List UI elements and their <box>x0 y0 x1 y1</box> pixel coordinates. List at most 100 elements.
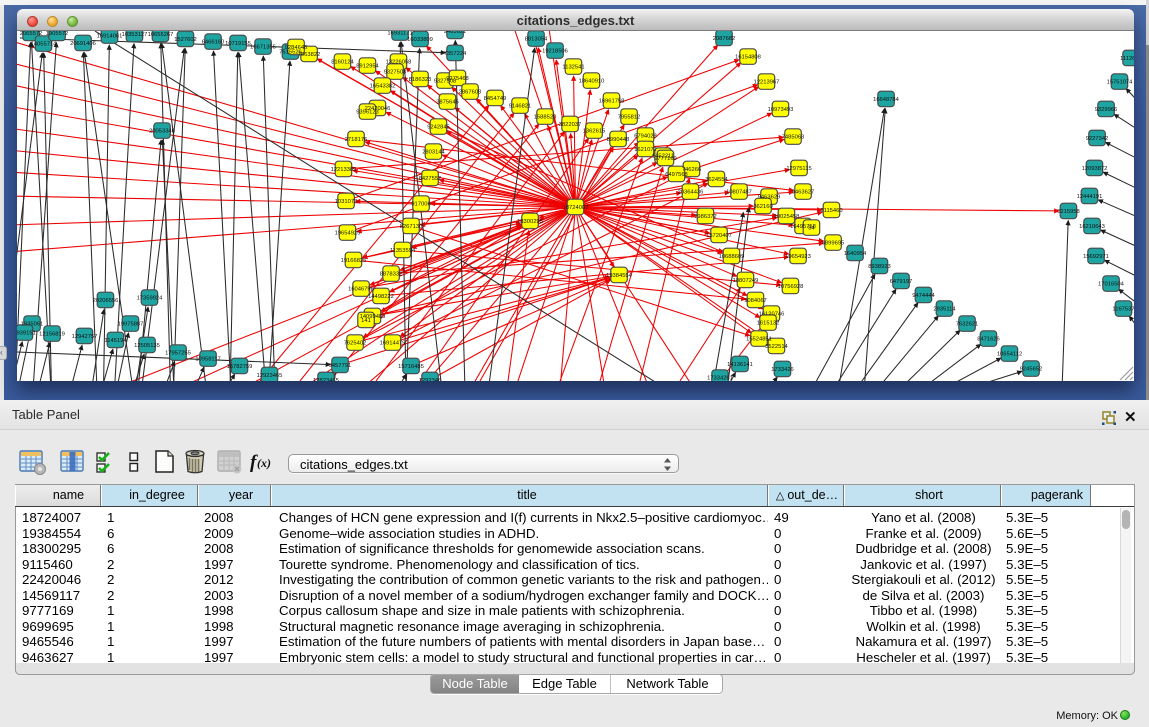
svg-text:8471626: 8471626 <box>977 337 1000 343</box>
svg-text:1621072: 1621072 <box>634 147 657 153</box>
svg-text:9463629: 9463629 <box>758 195 781 201</box>
svg-text:10719155: 10719155 <box>225 41 251 47</box>
svg-text:15716485: 15716485 <box>398 364 424 370</box>
svg-text:1362615: 1362615 <box>583 129 606 135</box>
svg-text:9146821: 9146821 <box>509 104 532 110</box>
svg-text:3822037: 3822037 <box>559 122 582 128</box>
svg-text:10756928: 10756928 <box>778 284 804 290</box>
svg-text:8813054: 8813054 <box>525 37 548 43</box>
svg-text:10958117: 10958117 <box>195 357 220 363</box>
svg-text:12444191: 12444191 <box>1077 194 1103 200</box>
svg-text:18724007: 18724007 <box>563 205 589 211</box>
svg-text:2867608: 2867608 <box>459 90 482 96</box>
svg-text:1132541: 1132541 <box>562 65 584 71</box>
svg-text:17957255: 17957255 <box>165 351 191 357</box>
svg-text:12975115: 12975115 <box>786 166 811 172</box>
svg-text:6479197: 6479197 <box>890 279 913 285</box>
svg-text:1588520: 1588520 <box>534 115 557 121</box>
svg-text:10655267: 10655267 <box>148 32 174 38</box>
svg-text:8267130: 8267130 <box>400 224 423 230</box>
svg-text:12093872: 12093872 <box>1082 166 1108 172</box>
svg-text:9457791: 9457791 <box>329 363 352 369</box>
svg-text:9396123: 9396123 <box>356 110 379 116</box>
svg-text:9115460: 9115460 <box>820 208 842 214</box>
svg-text:15720407: 15720407 <box>706 233 732 239</box>
svg-text:2803144: 2803144 <box>422 150 445 156</box>
svg-text:10353127: 10353127 <box>122 32 148 38</box>
svg-text:6497568: 6497568 <box>665 172 688 178</box>
svg-text:362160: 362160 <box>753 204 772 210</box>
svg-text:3624554: 3624554 <box>705 177 728 183</box>
svg-text:18300295: 18300295 <box>517 219 543 225</box>
svg-text:14055714: 14055714 <box>31 42 58 48</box>
svg-text:12942757: 12942757 <box>72 334 98 340</box>
svg-text:15692971: 15692971 <box>1083 254 1109 260</box>
svg-text:1145194: 1145194 <box>104 338 127 344</box>
svg-text:9284646: 9284646 <box>285 45 308 51</box>
svg-text:7986372: 7986372 <box>694 214 717 220</box>
svg-text:9463627: 9463627 <box>792 190 815 196</box>
svg-text:20364436: 20364436 <box>678 190 704 196</box>
svg-text:14136141: 14136141 <box>727 362 753 368</box>
svg-text:19218506: 19218506 <box>542 49 568 55</box>
svg-text:16210643: 16210643 <box>1079 224 1105 230</box>
svg-text:8878332: 8878332 <box>380 272 403 278</box>
svg-text:9777169: 9777169 <box>654 156 677 162</box>
svg-text:9242845: 9242845 <box>427 125 450 131</box>
svg-text:10025458: 10025458 <box>774 214 800 220</box>
svg-text:12923465: 12923465 <box>257 373 283 379</box>
svg-text:1905572: 1905572 <box>46 31 69 37</box>
svg-text:9084067: 9084067 <box>744 298 767 304</box>
svg-text:13226058: 13226058 <box>386 60 412 66</box>
svg-text:16961758: 16961758 <box>599 99 625 105</box>
svg-text:7625402: 7625402 <box>344 341 367 347</box>
svg-text:19384554: 19384554 <box>606 273 633 279</box>
svg-text:2065572: 2065572 <box>20 31 43 37</box>
svg-text:12505135: 12505135 <box>134 343 160 349</box>
svg-text:16671355: 16671355 <box>250 45 276 51</box>
svg-text:141: 141 <box>361 318 371 324</box>
svg-text:1112614: 1112614 <box>1120 56 1134 62</box>
svg-text:2935114: 2935114 <box>933 307 956 313</box>
svg-text:9474444: 9474444 <box>912 293 935 299</box>
svg-text:1640954: 1640954 <box>844 251 867 257</box>
svg-text:15751074: 15751074 <box>1107 80 1134 86</box>
svg-text:10973493: 10973493 <box>768 107 794 113</box>
svg-text:16543382: 16543382 <box>370 84 396 90</box>
svg-text:3215958: 3215958 <box>1057 209 1080 215</box>
svg-text:16931171: 16931171 <box>387 31 412 37</box>
svg-text:12823465: 12823465 <box>313 378 339 381</box>
svg-text:3875645: 3875645 <box>436 100 459 106</box>
svg-text:7663822: 7663822 <box>298 52 321 58</box>
svg-text:1733426: 1733426 <box>771 367 794 373</box>
svg-text:20691406: 20691406 <box>70 41 96 47</box>
svg-text:7955812: 7955812 <box>618 115 641 121</box>
svg-text:12213389: 12213389 <box>331 167 357 173</box>
svg-text:16914061: 16914061 <box>97 34 123 40</box>
svg-text:(x): (x) <box>257 456 271 470</box>
svg-text:16914479: 16914479 <box>380 341 406 347</box>
svg-text:3522514: 3522514 <box>765 344 788 350</box>
svg-text:8990448: 8990448 <box>607 137 630 143</box>
svg-text:1031073: 1031073 <box>335 199 358 205</box>
svg-text:16154808: 16154808 <box>735 55 761 61</box>
svg-text:8912954: 8912954 <box>356 64 379 70</box>
svg-text:16033809: 16033809 <box>407 37 433 43</box>
svg-text:9275468: 9275468 <box>446 76 469 82</box>
svg-text:12213967: 12213967 <box>754 80 780 86</box>
svg-text:19654925: 19654925 <box>335 231 361 237</box>
svg-text:8938923: 8938923 <box>868 264 891 270</box>
svg-text:9329966: 9329966 <box>1095 107 1118 113</box>
svg-text:9327503: 9327503 <box>384 70 407 76</box>
svg-text:16046798: 16046798 <box>348 287 374 293</box>
svg-text:11353594: 11353594 <box>390 248 416 254</box>
svg-text:1615132: 1615132 <box>757 321 780 327</box>
svg-text:10654112: 10654112 <box>997 352 1022 358</box>
svg-text:14498222: 14498222 <box>368 294 394 300</box>
svg-text:8427552: 8427552 <box>419 176 442 182</box>
svg-text:19166825: 19166825 <box>341 258 367 264</box>
svg-text:10807487: 10807487 <box>726 190 752 196</box>
svg-text:19975887: 19975887 <box>118 322 144 328</box>
svg-text:16782759: 16782759 <box>227 364 253 370</box>
svg-text:7632621: 7632621 <box>956 322 979 328</box>
